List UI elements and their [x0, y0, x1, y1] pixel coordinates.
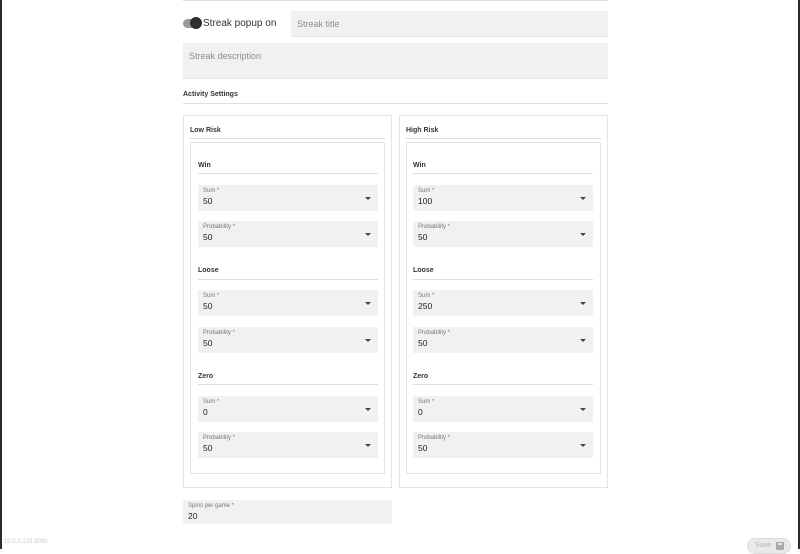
high-loose-divider: [413, 279, 593, 280]
low-loose-sum-select[interactable]: Sum * 50: [198, 290, 378, 316]
high-loose-sum-value: 250: [418, 301, 433, 311]
low-zero-probability-select[interactable]: Probability * 50: [198, 432, 378, 458]
low-loose-sum-value: 50: [203, 301, 213, 311]
low-zero-divider: [198, 384, 378, 385]
high-loose-title: Loose: [413, 267, 434, 274]
dropdown-arrow-icon: [580, 444, 586, 447]
low-win-sum-value: 50: [203, 196, 213, 206]
dropdown-arrow-icon: [580, 302, 586, 305]
dropdown-arrow-icon: [580, 233, 586, 236]
high-loose-sum-label: Sum *: [418, 293, 435, 299]
spins-per-game-label: Spins per game *: [188, 503, 235, 509]
dropdown-arrow-icon: [365, 408, 371, 411]
save-button-label: Save: [755, 542, 771, 549]
save-button[interactable]: Save: [747, 538, 791, 554]
low-risk-title: Low Risk: [190, 127, 221, 134]
high-zero-sum-value: 0: [418, 407, 423, 417]
spins-per-game-input[interactable]: Spins per game * 20: [183, 500, 392, 524]
high-loose-sum-select[interactable]: Sum * 250: [413, 290, 593, 316]
low-zero-sum-select[interactable]: Sum * 0: [198, 396, 378, 422]
low-zero-sum-label: Sum *: [203, 399, 220, 405]
window-border-left: [0, 0, 2, 549]
low-win-probability-label: Probability *: [203, 224, 236, 230]
low-win-sum-select[interactable]: Sum * 50: [198, 185, 378, 211]
high-zero-probability-select[interactable]: Probability * 50: [413, 432, 593, 458]
high-zero-probability-label: Probability *: [418, 435, 451, 441]
high-win-title: Win: [413, 162, 426, 169]
high-zero-sum-select[interactable]: Sum * 0: [413, 396, 593, 422]
low-zero-probability-value: 50: [203, 443, 213, 453]
top-divider: [183, 0, 608, 1]
streak-title-placeholder: Streak title: [297, 19, 340, 29]
low-loose-probability-value: 50: [203, 338, 213, 348]
low-win-divider: [198, 173, 378, 174]
high-zero-sum-label: Sum *: [418, 399, 435, 405]
streak-description-placeholder: Streak description: [189, 51, 262, 61]
high-zero-probability-value: 50: [418, 443, 428, 453]
low-win-probability-select[interactable]: Probability * 50: [198, 221, 378, 247]
activity-settings-divider: [183, 103, 608, 104]
high-win-divider: [413, 173, 593, 174]
streak-title-input[interactable]: Streak title: [291, 11, 608, 37]
footer-ip-text: 10.0.0.123:3000: [4, 539, 48, 545]
dropdown-arrow-icon: [580, 197, 586, 200]
streak-popup-label: Streak popup on: [203, 18, 277, 29]
dropdown-arrow-icon: [580, 339, 586, 342]
dropdown-arrow-icon: [365, 233, 371, 236]
high-loose-probability-label: Probability *: [418, 330, 451, 336]
low-win-sum-label: Sum *: [203, 188, 220, 194]
high-risk-divider: [406, 138, 601, 139]
low-zero-sum-value: 0: [203, 407, 208, 417]
low-loose-divider: [198, 279, 378, 280]
streak-description-input[interactable]: Streak description: [183, 43, 608, 79]
high-loose-probability-select[interactable]: Probability * 50: [413, 327, 593, 353]
high-loose-probability-value: 50: [418, 338, 428, 348]
high-win-sum-label: Sum *: [418, 188, 435, 194]
dropdown-arrow-icon: [365, 302, 371, 305]
low-loose-probability-label: Probability *: [203, 330, 236, 336]
low-win-title: Win: [198, 162, 211, 169]
dropdown-arrow-icon: [365, 197, 371, 200]
dropdown-arrow-icon: [580, 408, 586, 411]
high-zero-divider: [413, 384, 593, 385]
low-zero-title: Zero: [198, 373, 214, 380]
high-win-probability-select[interactable]: Probability * 50: [413, 221, 593, 247]
spins-per-game-value: 20: [188, 511, 198, 521]
low-loose-sum-label: Sum *: [203, 293, 220, 299]
low-risk-divider: [190, 138, 385, 139]
high-win-probability-value: 50: [418, 232, 428, 242]
low-loose-probability-select[interactable]: Probability * 50: [198, 327, 378, 353]
low-win-probability-value: 50: [203, 232, 213, 242]
low-zero-probability-label: Probability *: [203, 435, 236, 441]
dropdown-arrow-icon: [365, 339, 371, 342]
high-win-sum-value: 100: [418, 196, 433, 206]
dropdown-arrow-icon: [365, 444, 371, 447]
high-win-probability-label: Probability *: [418, 224, 451, 230]
high-risk-title: High Risk: [406, 127, 439, 134]
streak-popup-toggle[interactable]: [183, 17, 202, 29]
activity-settings-title: Activity Settings: [183, 91, 238, 98]
low-loose-title: Loose: [198, 267, 219, 274]
high-zero-title: Zero: [413, 373, 429, 380]
toggle-knob: [190, 17, 202, 29]
high-win-sum-select[interactable]: Sum * 100: [413, 185, 593, 211]
